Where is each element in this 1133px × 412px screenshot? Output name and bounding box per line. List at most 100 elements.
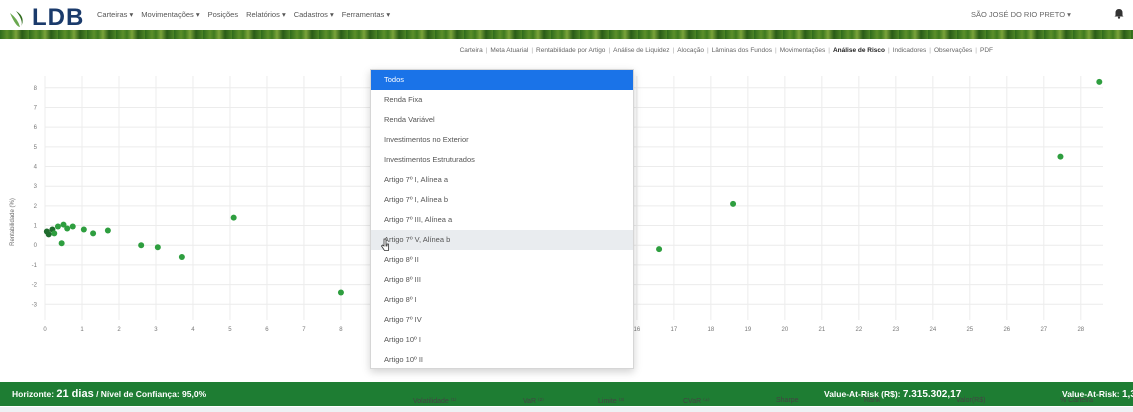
dropdown-option[interactable]: Artigo 7º IV — [371, 310, 633, 330]
menu-posicoes[interactable]: Posições — [208, 10, 238, 19]
dropdown-option[interactable]: Artigo 7º III, Alínea a — [371, 210, 633, 230]
var-percent-value: 1,34% — [1122, 388, 1133, 400]
report-subnav: Carteira | Meta Atuarial | Rentabilidade p… — [0, 40, 1133, 60]
subnav-pdf[interactable]: PDF — [980, 47, 993, 54]
subnav-movimentacoes[interactable]: Movimentações — [780, 47, 826, 54]
risk-table-header-bg — [0, 407, 1133, 412]
scatter-point[interactable] — [138, 242, 145, 249]
chart-y-label: Rentabilidade (%) — [10, 198, 16, 246]
scatter-point[interactable] — [64, 225, 71, 232]
menu-relatorios[interactable]: Relatórios ▾ — [246, 10, 286, 19]
scatter-point[interactable] — [51, 230, 58, 237]
scatter-point[interactable] — [1096, 78, 1103, 85]
dropdown-option[interactable]: Artigo 7º V, Alínea b — [371, 230, 633, 250]
y-tick-label: 8 — [34, 86, 38, 92]
top-navbar: LDB Carteiras ▾ Movimentações ▾ Posições… — [0, 0, 1133, 32]
menu-movimentacoes[interactable]: Movimentações ▾ — [141, 10, 199, 19]
x-tick-label: 26 — [1003, 327, 1010, 333]
x-tick-label: 18 — [708, 327, 715, 333]
scatter-point[interactable] — [54, 223, 61, 230]
subnav-alocacao[interactable]: Alocação — [677, 47, 704, 54]
subnav-analise-risco[interactable]: Análise de Risco — [833, 47, 885, 54]
x-tick-label: 23 — [892, 327, 899, 333]
th-volatilidade[interactable]: Volatilidade ⁽¹⁾ — [413, 397, 457, 405]
x-tick-label: 19 — [745, 327, 752, 333]
x-tick-label: 4 — [191, 327, 195, 333]
th-var[interactable]: VaR ⁽²⁾ — [523, 397, 544, 405]
dropdown-option[interactable]: Artigo 8º III — [371, 270, 633, 290]
dropdown-option[interactable]: Investimentos Estruturados — [371, 150, 633, 170]
scatter-point[interactable] — [80, 226, 87, 233]
scatter-point[interactable] — [337, 289, 344, 296]
dropdown-option[interactable]: Artigo 10º I — [371, 330, 633, 350]
subnav-laminas[interactable]: Lâminas dos Fundos — [712, 47, 772, 54]
menu-ferramentas[interactable]: Ferramentas ▾ — [342, 10, 390, 19]
x-tick-label: 7 — [302, 327, 306, 333]
th-percent-carteira[interactable]: % Carteira — [1060, 397, 1093, 404]
scatter-point[interactable] — [656, 246, 663, 253]
y-tick-label: 2 — [34, 204, 38, 210]
y-tick-label: 7 — [34, 105, 38, 111]
horizon-label: Horizonte: — [12, 389, 57, 399]
y-tick-label: 4 — [34, 165, 38, 171]
mouse-pointer-icon — [380, 238, 389, 251]
subnav-separator: | — [706, 46, 709, 54]
scatter-point[interactable] — [1057, 153, 1064, 160]
dropdown-option[interactable]: Renda Fixa — [371, 90, 633, 110]
subnav-indicadores[interactable]: Indicadores — [893, 47, 927, 54]
th-limite[interactable]: Limite ⁽³⁾ — [598, 397, 624, 405]
x-tick-label: 6 — [265, 327, 269, 333]
subnav-liquidez[interactable]: Análise de Liquidez — [613, 47, 669, 54]
chart-y-ticks: 8 7 6 5 4 3 2 1 0 -1 -2 -3 — [32, 86, 38, 308]
bell-icon[interactable] — [1114, 8, 1124, 19]
logo[interactable]: LDB — [8, 4, 84, 32]
scatter-point[interactable] — [90, 230, 97, 237]
subnav-observacoes[interactable]: Observações — [934, 47, 972, 54]
y-tick-label: 3 — [34, 184, 38, 190]
scatter-point[interactable] — [178, 254, 185, 261]
dropdown-option[interactable]: Todos — [371, 70, 633, 90]
dropdown-option[interactable]: Artigo 10º II — [371, 350, 633, 370]
dropdown-option[interactable]: Artigo 7º I, Alínea a — [371, 170, 633, 190]
scatter-point[interactable] — [730, 200, 737, 207]
x-tick-label: 2 — [117, 327, 121, 333]
y-tick-label: 5 — [34, 145, 38, 151]
th-cvar[interactable]: CVaR ⁽⁴⁾ — [683, 397, 710, 405]
x-tick-label: 17 — [671, 327, 678, 333]
subnav-meta-atuarial[interactable]: Meta Atuarial — [490, 47, 528, 54]
y-tick-label: -3 — [32, 302, 38, 308]
header-banner — [0, 30, 1133, 39]
subnav-separator: | — [672, 46, 675, 54]
x-tick-label: 0 — [43, 327, 47, 333]
scatter-point[interactable] — [230, 214, 237, 221]
subnav-separator: | — [929, 46, 931, 54]
client-selector[interactable]: SÃO JOSÉ DO RIO PRETO ▾ — [971, 10, 1071, 19]
x-tick-label: 1 — [80, 327, 84, 333]
x-tick-label: 25 — [966, 327, 973, 333]
menu-cadastros[interactable]: Cadastros ▾ — [294, 10, 334, 19]
subnav-separator: | — [485, 46, 488, 54]
dropdown-option[interactable]: Artigo 7º I, Alínea b — [371, 190, 633, 210]
scatter-point[interactable] — [104, 227, 111, 234]
subnav-carteira[interactable]: Carteira — [460, 47, 483, 54]
scatter-point[interactable] — [58, 240, 65, 247]
subnav-separator: | — [975, 46, 977, 54]
x-tick-label: 20 — [782, 327, 789, 333]
th-valor[interactable]: Valor(R$) — [956, 397, 985, 404]
th-sharpe[interactable]: Sharpe — [776, 397, 799, 404]
dropdown-option[interactable]: Artigo 8º I — [371, 290, 633, 310]
dropdown-option[interactable]: Renda Variável — [371, 110, 633, 130]
segment-filter-dropdown[interactable]: Todos Renda Fixa Renda Variável Investiment… — [370, 69, 634, 369]
subnav-rentabilidade[interactable]: Rentabilidade por Artigo — [536, 47, 605, 54]
scatter-point[interactable] — [154, 244, 161, 251]
scatter-point[interactable] — [43, 228, 50, 235]
var-amount-value: 7.315.302,17 — [902, 388, 962, 400]
dropdown-option[interactable]: Artigo 8º II — [371, 250, 633, 270]
x-tick-label: 16 — [634, 327, 641, 333]
x-tick-label: 3 — [154, 327, 158, 333]
y-tick-label: 0 — [34, 243, 38, 249]
th-rank[interactable]: Rank — [864, 397, 880, 404]
scatter-point[interactable] — [69, 223, 76, 230]
dropdown-option[interactable]: Investimentos no Exterior — [371, 130, 633, 150]
menu-carteiras[interactable]: Carteiras ▾ — [97, 10, 133, 19]
